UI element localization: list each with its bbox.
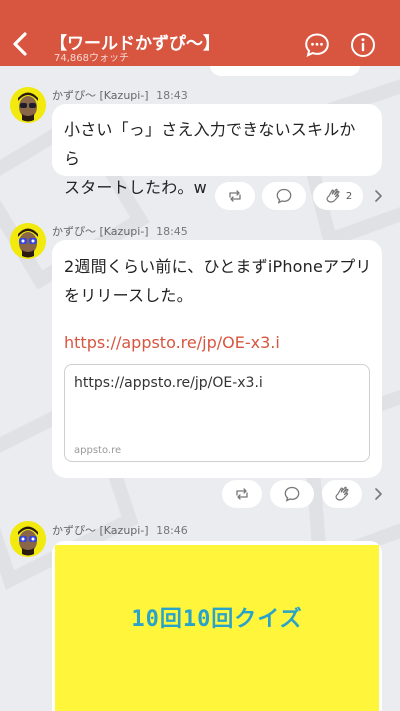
message-bubble[interactable]: 2週間くらい前に、ひとまずiPhoneアプリ をリリースした。 https://…: [52, 240, 382, 478]
info-button[interactable]: [350, 32, 376, 58]
chat-button[interactable]: [304, 32, 330, 58]
app-header: 【ワールドかずぴ〜】 74,868ウォッチ: [0, 0, 400, 66]
back-button[interactable]: [6, 28, 36, 60]
chevron-right-icon[interactable]: [373, 189, 385, 203]
message-time: 18:43: [156, 89, 188, 102]
message-text: 2週間くらい前に、ひとまずiPhoneアプリ をリリースした。: [64, 257, 372, 305]
repost-icon: [236, 488, 248, 500]
clap-icon: [326, 188, 340, 203]
comment-icon: [276, 188, 292, 204]
author-name: かずぴ〜 [Kazupi-]: [52, 524, 149, 537]
message-meta: かずぴ〜 [Kazupi-] 18:43: [52, 87, 188, 103]
attached-image[interactable]: 10回10回クイズ: [55, 545, 379, 711]
chevron-left-icon: [13, 32, 27, 56]
link-preview-url: https://appsto.re/jp/OE-x3.i: [74, 375, 263, 391]
info-icon: [351, 33, 375, 57]
link-preview-card[interactable]: https://appsto.re/jp/OE-x3.i appsto.re: [64, 364, 370, 462]
image-caption-text: 10回10回クイズ: [131, 607, 303, 632]
avatar-image: [10, 223, 46, 259]
repost-icon: [229, 190, 241, 202]
previous-reaction-row: [210, 66, 360, 76]
comment-button[interactable]: [262, 182, 306, 210]
clap-button[interactable]: [322, 480, 362, 508]
message-feed[interactable]: かずぴ〜 [Kazupi-] 18:43 小さい「っ」さえ入力できないスキルから…: [0, 66, 400, 711]
comment-icon: [284, 486, 300, 502]
message-meta: かずぴ〜 [Kazupi-] 18:45: [52, 223, 188, 239]
chat-bubble-icon: [305, 33, 329, 57]
author-name: かずぴ〜 [Kazupi-]: [52, 225, 149, 238]
message-bubble[interactable]: 小さい「っ」さえ入力できないスキルから スタートしたわ。w: [52, 104, 382, 197]
repost-button[interactable]: [222, 480, 262, 508]
avatar-image: [10, 521, 46, 557]
link-preview-domain: appsto.re: [74, 445, 122, 456]
clap-count: 2: [345, 190, 353, 202]
avatar-image: [10, 87, 46, 123]
comment-button[interactable]: [270, 480, 314, 508]
watcher-count: 74,868ウォッチ: [54, 53, 129, 64]
author-name: かずぴ〜 [Kazupi-]: [52, 89, 149, 102]
chevron-right-icon[interactable]: [373, 487, 385, 501]
repost-button[interactable]: [215, 182, 255, 210]
message-time: 18:46: [156, 524, 188, 537]
clap-button[interactable]: 2: [313, 182, 363, 210]
message-meta: かずぴ〜 [Kazupi-] 18:46: [52, 522, 188, 538]
avatar[interactable]: [10, 521, 46, 557]
avatar[interactable]: [10, 87, 46, 123]
avatar[interactable]: [10, 223, 46, 259]
image-message[interactable]: 10回10回クイズ: [52, 541, 382, 711]
message-link[interactable]: https://appsto.re/jp/OE-x3.i: [64, 332, 280, 354]
message-time: 18:45: [156, 225, 188, 238]
clap-icon: [335, 486, 349, 501]
